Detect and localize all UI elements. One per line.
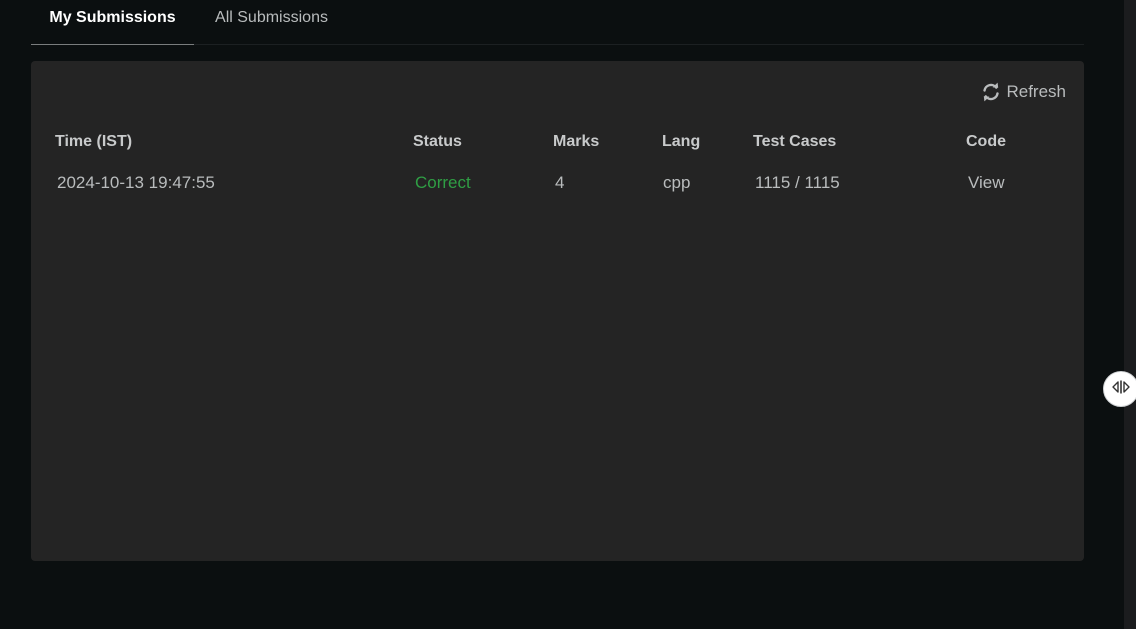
row-marks: 4 xyxy=(555,173,565,192)
view-code-link[interactable]: View xyxy=(968,173,1005,193)
column-header-test-cases: Test Cases xyxy=(753,133,837,150)
column-header-status: Status xyxy=(413,133,462,150)
row-status: Correct xyxy=(415,173,471,192)
submissions-panel: Refresh Time (IST) Status Marks Lang Tes… xyxy=(31,61,1084,561)
row-time: 2024-10-13 19:47:55 xyxy=(57,173,215,192)
column-header-marks: Marks xyxy=(553,133,600,150)
refresh-icon xyxy=(981,82,1001,102)
resize-divider[interactable] xyxy=(1124,0,1136,629)
column-header-time: Time (IST) xyxy=(55,133,133,150)
tab-all-submissions[interactable]: All Submissions xyxy=(194,0,349,44)
refresh-label: Refresh xyxy=(1006,82,1066,101)
refresh-button[interactable]: Refresh xyxy=(981,81,1066,103)
row-lang: cpp xyxy=(663,173,691,192)
column-header-lang: Lang xyxy=(662,133,701,150)
column-header-code: Code xyxy=(966,133,1006,150)
split-resize-icon xyxy=(1110,379,1132,400)
submission-tabs: My Submissions All Submissions xyxy=(31,0,1084,45)
tab-my-submissions[interactable]: My Submissions xyxy=(31,0,194,45)
row-test-cases: 1115 / 1115 xyxy=(755,173,840,192)
split-resize-handle[interactable] xyxy=(1103,371,1136,407)
